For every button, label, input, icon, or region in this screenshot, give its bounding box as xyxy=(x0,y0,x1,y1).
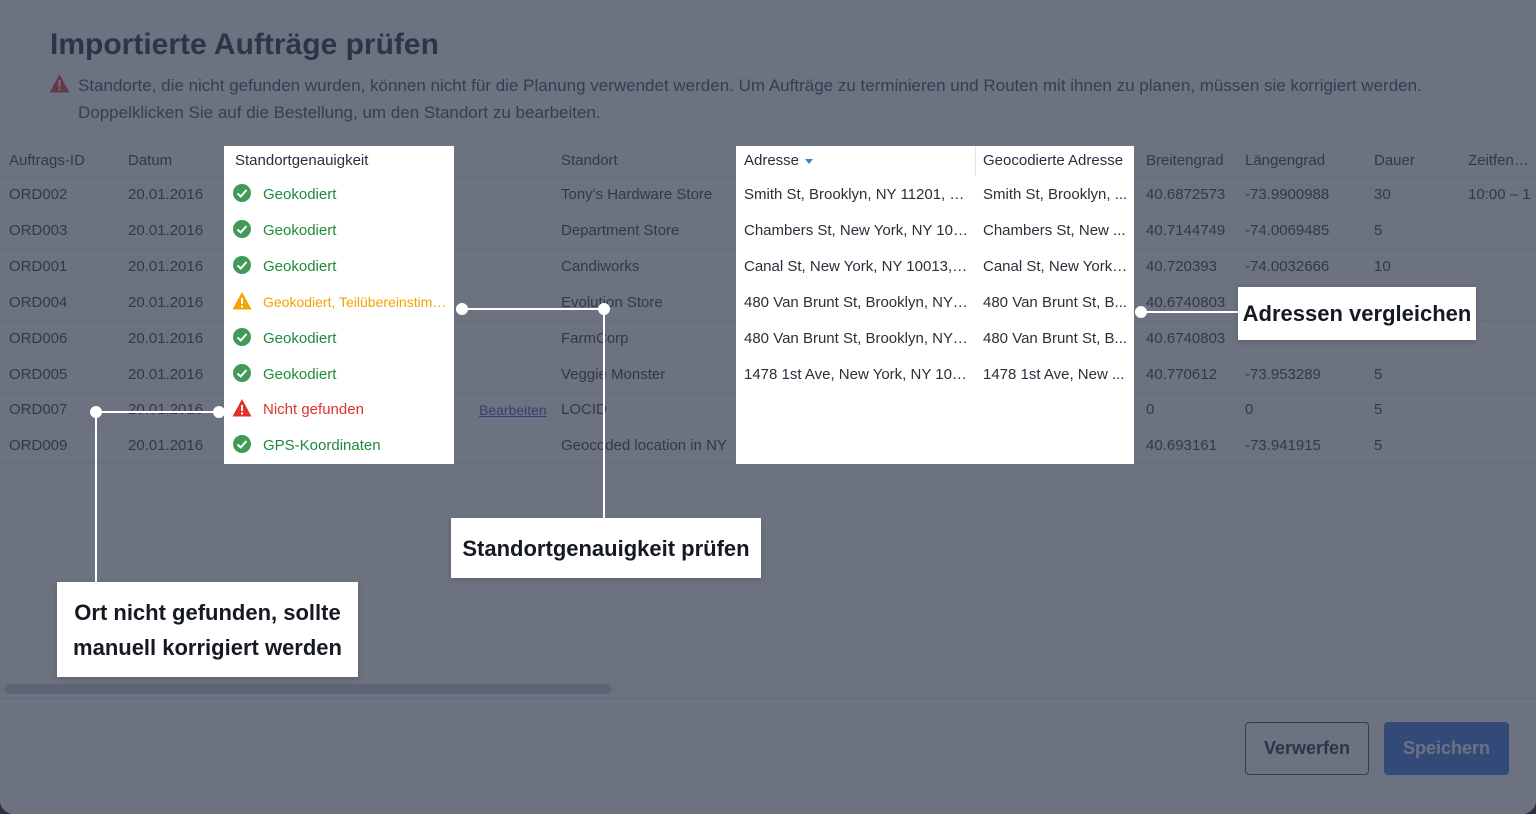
cell-id: ORD004 xyxy=(9,293,68,311)
check-circle-icon xyxy=(233,255,251,274)
cell-date: 20.01.2016 xyxy=(128,329,204,347)
cell-duration: 5 xyxy=(1374,401,1383,419)
import-review-dialog: Importierte Aufträge prüfen Standorte, d… xyxy=(0,0,1536,814)
check-circle-icon xyxy=(233,184,251,202)
cell-id: ORD002 xyxy=(9,186,68,203)
cell-id: ORD001 xyxy=(9,257,68,275)
cell-geocoded: 480 Van Brunt St, B... xyxy=(983,293,1127,311)
cell-duration: 10 xyxy=(1374,257,1391,275)
check-circle-icon xyxy=(233,435,251,454)
column-header-lng[interactable]: Längengrad xyxy=(1245,152,1360,169)
cell-date: 20.01.2016 xyxy=(128,221,204,239)
warning-message: Standorte, die nicht gefunden wurden, kö… xyxy=(78,76,1422,122)
column-header-address[interactable]: Adresse xyxy=(744,152,970,169)
cell-lng: 0 xyxy=(1245,401,1254,419)
cell-lat: 40.6872573 xyxy=(1146,186,1226,203)
error-triangle-icon xyxy=(232,399,252,417)
check-circle-icon xyxy=(233,327,251,346)
cell-address: Chambers St, New York, NY 100... xyxy=(744,221,970,239)
cell-address: 480 Van Brunt St, Brooklyn, NY 1... xyxy=(744,293,970,311)
cell-duration: 5 xyxy=(1374,221,1383,239)
column-header-accuracy[interactable]: Standortgenauigkeit xyxy=(235,152,450,169)
column-header-duration[interactable]: Dauer xyxy=(1374,152,1454,169)
status-label: GPS-Koordinaten xyxy=(263,437,381,455)
cell-address: Smith St, Brooklyn, NY 11201, USA xyxy=(744,186,970,203)
status-label: Geokodiert xyxy=(263,221,337,239)
cell-date: 20.01.2016 xyxy=(128,437,204,455)
cell-location: Tony's Hardware Store xyxy=(561,186,713,203)
cell-geocoded: 480 Van Brunt St, B... xyxy=(983,329,1127,347)
cell-geocoded: Chambers St, New ... xyxy=(983,221,1126,239)
cell-location: Geocoded location in NY xyxy=(561,437,727,455)
cell-lng: -73.9900988 xyxy=(1245,186,1330,203)
status-label: Geokodiert, Teilübereinstimmung xyxy=(263,293,455,310)
cell-id: ORD005 xyxy=(9,365,68,383)
cell-lat: 40.6740803 xyxy=(1146,329,1226,347)
cell-lat: 40.6740803 xyxy=(1146,293,1226,311)
sort-descending-icon[interactable] xyxy=(805,158,814,164)
status-label: Nicht gefunden xyxy=(263,401,364,419)
column-header-id[interactable]: Auftrags-ID xyxy=(9,152,114,169)
footer-divider xyxy=(0,698,1536,699)
cell-location: FarmCorp xyxy=(561,329,629,347)
cell-date: 20.01.2016 xyxy=(128,257,204,275)
cell-geocoded: Smith St, Brooklyn, ... xyxy=(983,186,1128,203)
check-circle-icon xyxy=(233,363,251,382)
column-header-lat[interactable]: Breitengrad xyxy=(1146,152,1236,169)
cell-date: 20.01.2016 xyxy=(128,365,204,383)
cell-location: Evolution Store xyxy=(561,293,663,311)
cell-lng: -73.941915 xyxy=(1245,437,1321,455)
cell-lat: 40.720393 xyxy=(1146,257,1217,275)
callout-compare-addresses: Adressen vergleichen xyxy=(1238,287,1476,340)
check-circle-icon xyxy=(233,219,251,238)
cell-duration: 5 xyxy=(1374,437,1383,455)
cell-lat: 40.693161 xyxy=(1146,437,1217,455)
column-header-date[interactable]: Datum xyxy=(128,152,220,169)
status-label: Geokodiert xyxy=(263,329,337,347)
cell-date: 20.01.2016 xyxy=(128,186,204,203)
cell-location: Veggie Monster xyxy=(561,365,666,383)
edit-location-link[interactable]: Bearbeiten xyxy=(479,402,547,418)
cell-date: 20.01.2016 xyxy=(128,293,204,311)
cell-address: 1478 1st Ave, New York, NY 1007... xyxy=(744,365,970,383)
cell-id: ORD009 xyxy=(9,437,68,455)
status-label: Geokodiert xyxy=(263,186,337,203)
discard-button[interactable]: Verwerfen xyxy=(1245,722,1369,775)
cell-lat: 0 xyxy=(1146,401,1155,419)
column-header-window[interactable]: Zeitfenster xyxy=(1468,152,1536,169)
cell-location: Department Store xyxy=(561,221,680,239)
cell-location: Candiworks xyxy=(561,257,640,275)
cell-lat: 40.770612 xyxy=(1146,365,1217,383)
cell-date: 20.01.2016 xyxy=(128,401,204,419)
cell-geocoded: Canal St, New York,... xyxy=(983,257,1128,275)
cell-id: ORD007 xyxy=(9,401,68,419)
save-button[interactable]: Speichern xyxy=(1384,722,1509,775)
status-label: Geokodiert xyxy=(263,257,337,275)
cell-window: 10:00 – 1 xyxy=(1468,186,1531,203)
callout-check-accuracy: Standortgenauigkeit prüfen xyxy=(451,518,761,578)
cell-id: ORD006 xyxy=(9,329,68,347)
dialog-title: Importierte Aufträge prüfen xyxy=(50,28,439,61)
cell-duration: 30 xyxy=(1374,186,1391,203)
warning-icon xyxy=(49,74,70,93)
horizontal-scrollbar-thumb[interactable] xyxy=(4,684,612,694)
column-header-location[interactable]: Standort xyxy=(561,152,731,169)
cell-lat: 40.7144749 xyxy=(1146,221,1226,239)
header-column-separator xyxy=(975,146,976,176)
callout-not-found: Ort nicht gefunden, sollte manuell korri… xyxy=(57,582,358,677)
cell-lng: -73.953289 xyxy=(1245,365,1321,383)
cell-id: ORD003 xyxy=(9,221,68,239)
cell-address: Canal St, New York, NY 10013, U... xyxy=(744,257,970,275)
cell-lng: -74.0069485 xyxy=(1245,221,1330,239)
warning-triangle-icon xyxy=(232,291,252,310)
cell-address: 480 Van Brunt St, Brooklyn, NY 1... xyxy=(744,329,970,347)
cell-geocoded: 1478 1st Ave, New ... xyxy=(983,365,1125,383)
cell-lng: -74.0032666 xyxy=(1245,257,1330,275)
column-header-geocoded[interactable]: Geocodierte Adresse xyxy=(983,152,1128,169)
cell-duration: 5 xyxy=(1374,365,1383,383)
cell-location: LOCID xyxy=(561,401,607,419)
status-label: Geokodiert xyxy=(263,365,337,383)
